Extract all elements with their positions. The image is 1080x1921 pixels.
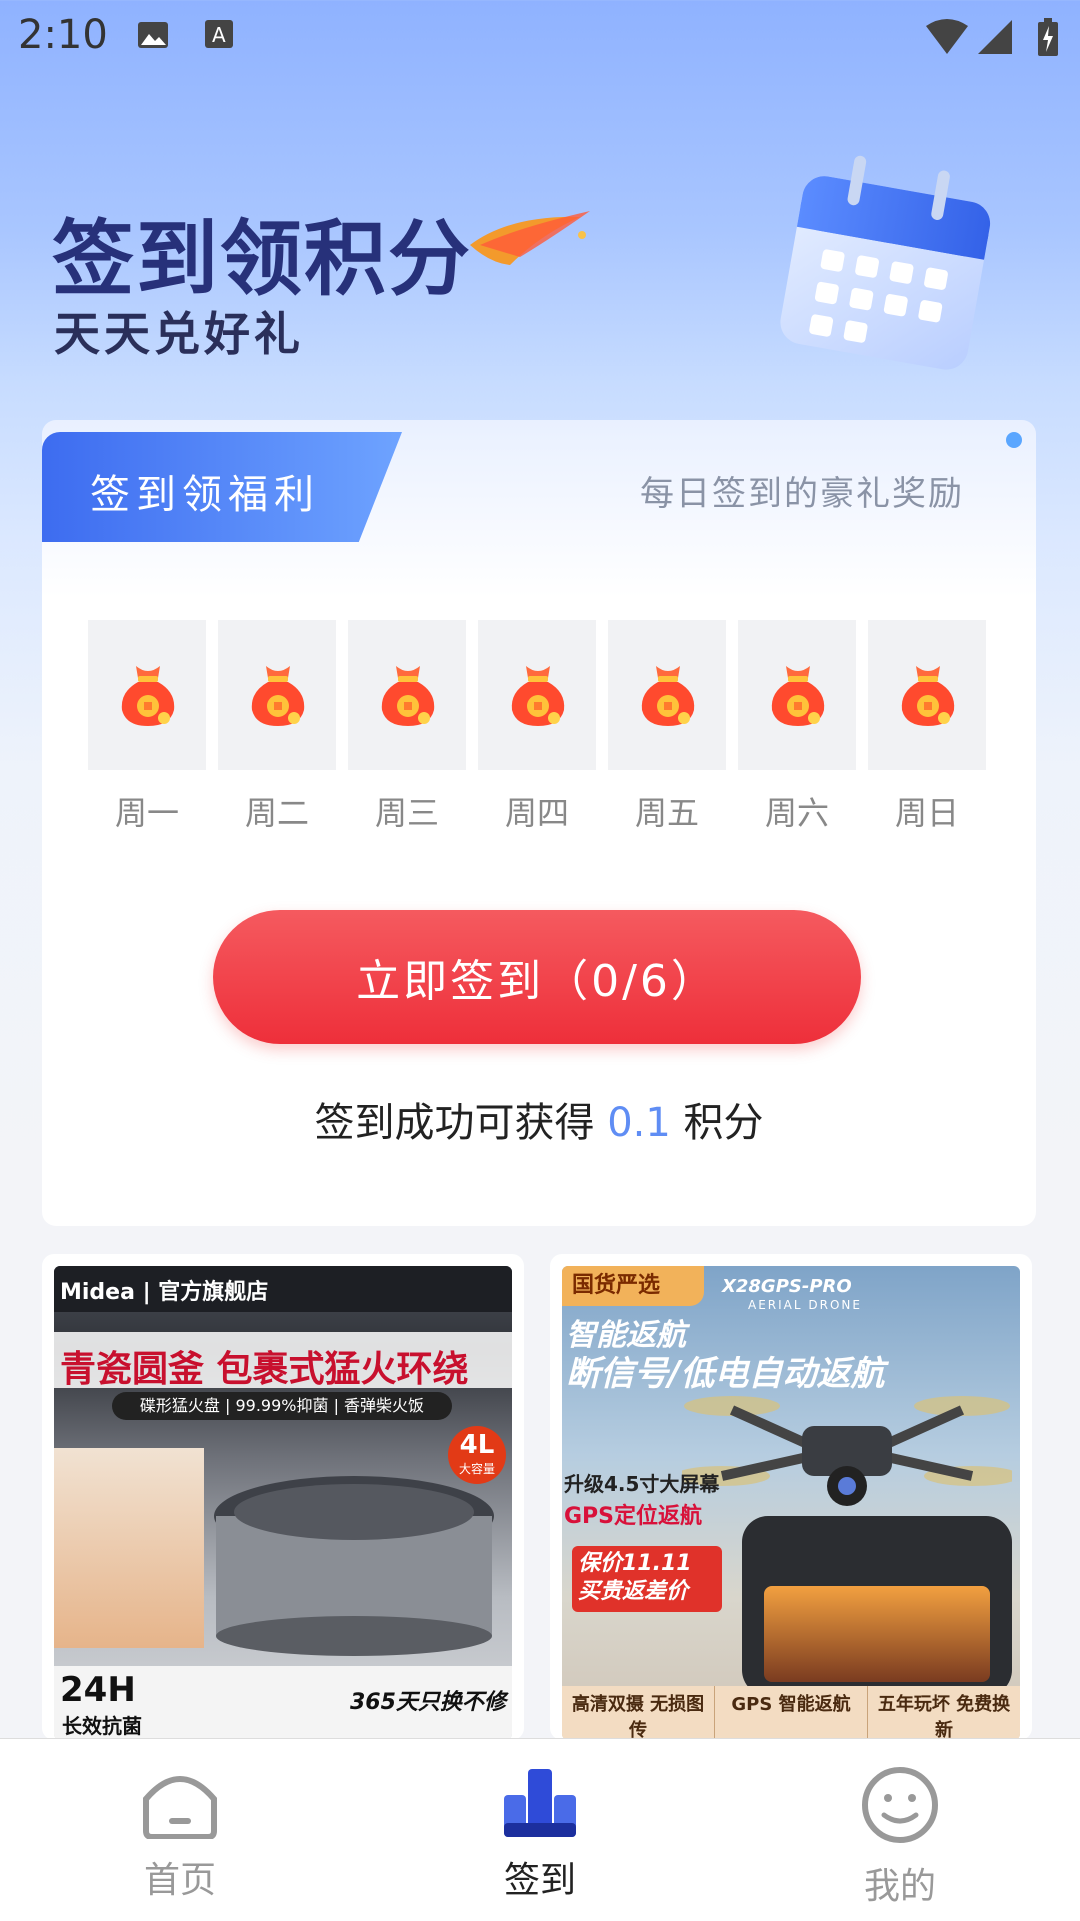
- day-sunday[interactable]: 周日: [868, 620, 986, 834]
- day-friday[interactable]: 周五: [608, 620, 726, 834]
- product-badge: Midea | 官方旗舰店: [60, 1280, 269, 1305]
- checkin-tab-label: 签到领福利: [90, 472, 320, 518]
- product-image-rice-cooker: Midea | 官方旗舰店 青瓷圆釜 包裹式猛火环绕 碟形猛火盘 | 99.99…: [54, 1266, 512, 1740]
- day-label: 周三: [374, 794, 439, 832]
- remote-controller: [742, 1516, 1012, 1696]
- reward-value: 0.1: [607, 1100, 671, 1146]
- week-days: 周一 周二 周三 周四 周五 周六 周日: [88, 620, 988, 840]
- day-label: 周一: [114, 794, 179, 832]
- product-badge: 国货严选: [562, 1266, 704, 1306]
- checkin-tab: 签到领福利: [42, 432, 402, 542]
- swoosh-decoration-icon: [470, 211, 590, 265]
- reward-suffix: 积分: [683, 1100, 764, 1146]
- drone-illustration: [682, 1396, 1012, 1506]
- reward-prefix: 签到成功可获得: [314, 1100, 595, 1146]
- checkin-button[interactable]: 立即签到（0/6）: [213, 910, 861, 1044]
- day-label: 周六: [764, 794, 829, 832]
- checkin-card: 签到领福利 每日签到的豪礼奖励 周一 周二 周三 周四 周五 周六 周日 立即签…: [42, 420, 1036, 1226]
- status-bar: 2:10 A: [0, 0, 1080, 74]
- lucky-bag-icon: [898, 662, 958, 728]
- rice-cooker-illustration: [214, 1476, 494, 1656]
- hero-subtitle: 天天兑好礼: [54, 307, 304, 361]
- day-thursday[interactable]: 周四: [478, 620, 596, 834]
- battery-icon: [1038, 18, 1058, 56]
- nav-profile-label: 我的: [863, 1866, 936, 1907]
- day-label: 周五: [634, 794, 699, 832]
- day-tuesday[interactable]: 周二: [218, 620, 336, 834]
- lucky-bag-icon: [638, 662, 698, 728]
- nav-checkin-label: 签到: [503, 1860, 576, 1901]
- day-wednesday[interactable]: 周三: [348, 620, 466, 834]
- calendar-icon: [780, 155, 991, 370]
- drone-promo: 保价11.11 买贵返差价: [572, 1546, 722, 1612]
- keyboard-a-icon: A: [205, 20, 233, 48]
- reward-text: 签到成功可获得 0.1 积分: [42, 1090, 1036, 1148]
- drone-model: X28GPS-PRO: [722, 1276, 852, 1297]
- nav-home[interactable]: 首页: [80, 1765, 280, 1903]
- svg-text:A: A: [212, 23, 226, 47]
- home-icon: [143, 1776, 217, 1840]
- profile-icon: [862, 1767, 938, 1843]
- nav-profile[interactable]: 我的: [800, 1765, 1000, 1909]
- nav-home-label: 首页: [143, 1860, 216, 1901]
- corner-left-text: 24H: [60, 1670, 136, 1710]
- product-card-drone[interactable]: 国货严选 X28GPS-PRO AERIAL DRONE 智能返航 断信号/低电…: [550, 1254, 1032, 1740]
- lucky-bag-icon: [508, 662, 568, 728]
- day-saturday[interactable]: 周六: [738, 620, 856, 834]
- product-image-drone: 国货严选 X28GPS-PRO AERIAL DRONE 智能返航 断信号/低电…: [562, 1266, 1020, 1740]
- lucky-bag-icon: [248, 662, 308, 728]
- day-label: 周日: [894, 794, 959, 832]
- checkin-icon: [504, 1769, 576, 1837]
- day-monday[interactable]: 周一: [88, 620, 206, 834]
- gallery-icon: [138, 22, 168, 48]
- cooker-cutaway: [54, 1448, 204, 1648]
- drone-gps-text: GPS定位返航: [564, 1504, 703, 1529]
- lucky-bag-icon: [378, 662, 438, 728]
- checkin-subtitle: 每日签到的豪礼奖励: [640, 474, 964, 514]
- wifi-icon: [926, 19, 968, 54]
- hero-title: 签到领积分: [52, 212, 473, 307]
- product-headline: 青瓷圆釜 包裹式猛火环绕: [60, 1349, 469, 1390]
- drone-features: 高清双摄 无损图传 GPS 智能返航 五年玩坏 免费换新: [562, 1686, 1020, 1740]
- decorative-dot: [1006, 432, 1022, 448]
- product-card-rice-cooker[interactable]: Midea | 官方旗舰店 青瓷圆釜 包裹式猛火环绕 碟形猛火盘 | 99.99…: [42, 1254, 524, 1740]
- nav-checkin[interactable]: 签到: [440, 1765, 640, 1903]
- product-features: 碟形猛火盘 | 99.99%抑菌 | 香弹柴火饭: [112, 1392, 452, 1420]
- lucky-bag-icon: [768, 662, 828, 728]
- day-label: 周二: [244, 794, 309, 832]
- lucky-bag-icon: [118, 662, 178, 728]
- day-label: 周四: [504, 794, 569, 832]
- status-time: 2:10: [18, 12, 108, 58]
- drone-screen-text: 升级4.5寸大屏幕: [564, 1472, 720, 1496]
- bottom-nav: 首页 签到 我的: [0, 1738, 1080, 1921]
- signal-icon: [978, 20, 1012, 54]
- corner-right-text: 365天只换不修: [350, 1690, 506, 1715]
